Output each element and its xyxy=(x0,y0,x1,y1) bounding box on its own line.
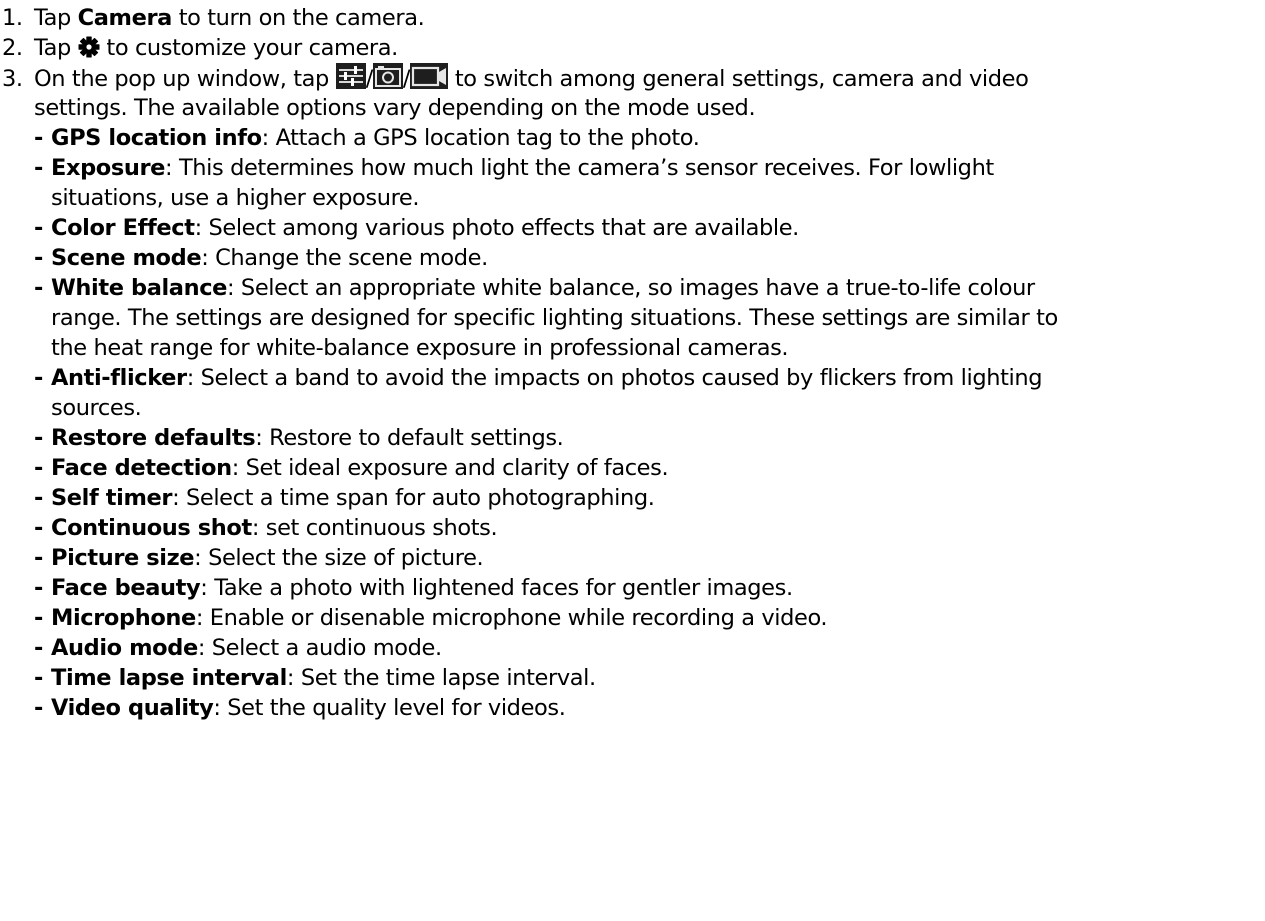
option-exposure: - Exposure: This determines how much ligh… xyxy=(0,153,1265,183)
bullet-dash: - xyxy=(34,455,43,481)
option-term: White balance xyxy=(51,275,227,301)
step-text: to customize your camera. xyxy=(99,35,398,61)
option-desc: : Attach a GPS location tag to the photo… xyxy=(261,125,700,151)
option-term: GPS location info xyxy=(51,125,262,151)
option-desc: : Change the scene mode. xyxy=(201,245,488,271)
option-scene-mode: - Scene mode: Change the scene mode. xyxy=(0,243,1265,273)
bullet-dash: - xyxy=(34,665,43,691)
options-list: - GPS location info: Attach a GPS locatio… xyxy=(0,123,1265,723)
option-desc-continuation: range. The settings are designed for spe… xyxy=(51,305,1058,331)
option-term: Time lapse interval xyxy=(51,665,287,691)
option-term: Color Effect xyxy=(51,215,195,241)
option-term: Microphone xyxy=(51,605,196,631)
bullet-dash: - xyxy=(34,365,43,391)
option-term: Exposure xyxy=(51,155,166,181)
option-desc: : Restore to default settings. xyxy=(255,425,564,451)
option-desc: : Select a band to avoid the impacts on … xyxy=(186,365,1043,391)
option-desc-continuation: the heat range for white-balance exposur… xyxy=(51,335,789,361)
option-term: Picture size xyxy=(51,545,195,571)
option-white-balance: - White balance: Select an appropriate wh… xyxy=(0,273,1265,303)
bullet-dash: - xyxy=(34,275,43,301)
bullet-dash: - xyxy=(34,635,43,661)
option-desc: : Select a audio mode. xyxy=(197,635,442,661)
sliders-icon xyxy=(335,63,366,89)
bullet-dash: - xyxy=(34,515,43,541)
option-restore-defaults: - Restore defaults: Restore to default se… xyxy=(0,423,1265,453)
step-2: 2. Tap to customize your camera. xyxy=(0,33,1265,63)
option-term: Video quality xyxy=(51,695,214,721)
option-desc: : set continuous shots. xyxy=(251,515,498,541)
option-desc: : Select among various photo effects tha… xyxy=(194,215,800,241)
bullet-dash: - xyxy=(34,545,43,571)
option-term: Continuous shot xyxy=(51,515,252,541)
option-time-lapse-interval: - Time lapse interval: Set the time lapse… xyxy=(0,663,1265,693)
option-color-effect: - Color Effect: Select among various phot… xyxy=(0,213,1265,243)
bullet-dash: - xyxy=(34,425,43,451)
bullet-dash: - xyxy=(34,605,43,631)
option-desc-continuation: situations, use a higher exposure. xyxy=(51,185,420,211)
option-desc: : This determines how much light the cam… xyxy=(165,155,994,181)
option-desc: : Select the size of picture. xyxy=(194,545,484,571)
step-text: On the pop up window, tap xyxy=(34,66,336,92)
option-picture-size: - Picture size: Select the size of pictur… xyxy=(0,543,1265,573)
video-camera-icon xyxy=(410,63,449,89)
step-1: 1. Tap Camera to turn on the camera. xyxy=(0,3,1265,33)
option-desc-continuation: sources. xyxy=(51,395,142,421)
bullet-dash: - xyxy=(34,245,43,271)
option-desc: : Enable or disenable microphone while r… xyxy=(195,605,828,631)
option-term: Restore defaults xyxy=(51,425,256,451)
step-3: 3. On the pop up window, tap / / to swit… xyxy=(0,63,1265,93)
option-anti-flicker: - Anti-flicker: Select a band to avoid th… xyxy=(0,363,1265,393)
step-text: Tap xyxy=(34,5,78,31)
step-text: to turn on the camera. xyxy=(171,5,425,31)
camera-term: Camera xyxy=(77,5,173,31)
step-text: Tap xyxy=(34,35,78,61)
option-desc: : Select an appropriate white balance, s… xyxy=(227,275,1035,301)
bullet-dash: - xyxy=(34,215,43,241)
bullet-dash: - xyxy=(34,485,43,511)
option-face-detection: - Face detection: Set ideal exposure and … xyxy=(0,453,1265,483)
option-video-quality: - Video quality: Set the quality level fo… xyxy=(0,693,1265,723)
option-audio-mode: - Audio mode: Select a audio mode. xyxy=(0,633,1265,663)
option-term: Face beauty xyxy=(51,575,201,601)
separator: / xyxy=(365,66,374,92)
bullet-dash: - xyxy=(34,575,43,601)
step-text: to switch among general settings, camera… xyxy=(448,66,1029,92)
gear-icon xyxy=(78,36,100,58)
option-self-timer: - Self timer: Select a time span for auto… xyxy=(0,483,1265,513)
instructions-page: 1. Tap Camera to turn on the camera. 2. Ta… xyxy=(0,0,1265,921)
option-term: Audio mode xyxy=(51,635,198,661)
option-term: Scene mode xyxy=(51,245,202,271)
option-gps-location-info: - GPS location info: Attach a GPS locatio… xyxy=(0,123,1265,153)
bullet-dash: - xyxy=(34,125,43,151)
separator: / xyxy=(402,66,411,92)
option-term: Anti-flicker xyxy=(51,365,187,391)
option-desc: : Take a photo with lightened faces for … xyxy=(200,575,793,601)
bullet-dash: - xyxy=(34,695,43,721)
option-desc: : Set the quality level for videos. xyxy=(213,695,566,721)
step-3-continuation: settings. The available options vary dep… xyxy=(34,95,756,121)
option-term: Face detection xyxy=(51,455,232,481)
step-number: 1. xyxy=(2,5,23,31)
option-desc: : Set ideal exposure and clarity of face… xyxy=(231,455,669,481)
option-microphone: - Microphone: Enable or disenable microph… xyxy=(0,603,1265,633)
bullet-dash: - xyxy=(34,155,43,181)
option-term: Self timer xyxy=(51,485,173,511)
option-desc: : Set the time lapse interval. xyxy=(286,665,596,691)
camera-icon xyxy=(372,63,403,89)
option-desc: : Select a time span for auto photograph… xyxy=(172,485,655,511)
option-continuous-shot: - Continuous shot: set continuous shots. xyxy=(0,513,1265,543)
step-number: 2. xyxy=(2,35,23,61)
option-face-beauty: - Face beauty: Take a photo with lightene… xyxy=(0,573,1265,603)
step-number: 3. xyxy=(2,66,23,92)
